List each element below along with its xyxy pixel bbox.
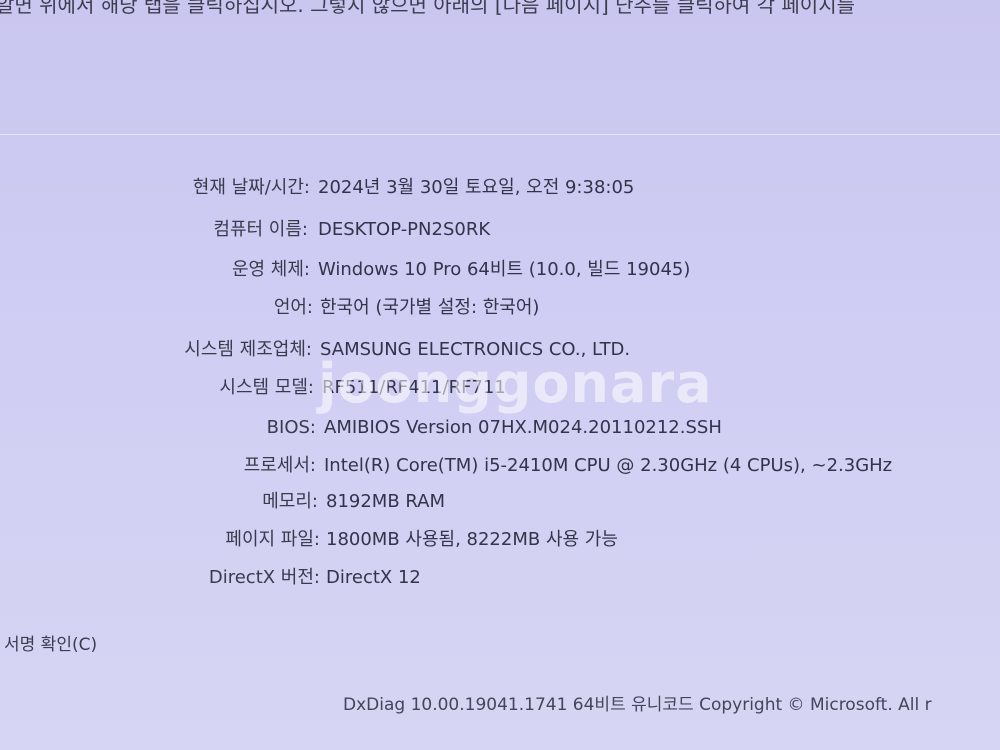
- current-datetime-label: 현재 날짜/시간:: [192, 177, 310, 198]
- operating-system-value: Windows 10 Pro 64비트 (10.0, 빌드 19045): [318, 259, 691, 280]
- separator-line: [0, 134, 1000, 135]
- system-manufacturer-value: SAMSUNG ELECTRONICS CO., LTD.: [320, 339, 631, 360]
- system-manufacturer-label: 시스템 제조업체:: [184, 339, 312, 360]
- processor-value: Intel(R) Core(TM) i5-2410M CPU @ 2.30GHz…: [324, 455, 893, 476]
- processor-label: 프로세서:: [243, 455, 316, 476]
- bios-value: AMIBIOS Version 07HX.M024.20110212.SSH: [324, 417, 722, 438]
- memory-label: 메모리:: [262, 491, 318, 512]
- computer-name-label: 컴퓨터 이름:: [213, 219, 308, 240]
- operating-system-label: 운영 체제:: [231, 259, 310, 280]
- language-label: 언어:: [273, 297, 313, 318]
- directx-version-label: DirectX 버전:: [208, 567, 320, 588]
- dxdiag-version-footer: DxDiag 10.00.19041.1741 64비트 유니코드 Copyri…: [343, 695, 932, 715]
- directx-version-value: DirectX 12: [326, 567, 421, 588]
- instruction-text: 알면 위에서 해당 탭을 클릭하십시오. 그렇지 않으면 아래의 [다음 페이지…: [0, 0, 856, 17]
- current-datetime-value: 2024년 3월 30일 토요일, 오전 9:38:05: [318, 177, 635, 198]
- memory-value: 8192MB RAM: [326, 491, 446, 512]
- system-model-label: 시스템 모델:: [219, 377, 314, 398]
- signature-check-checkbox[interactable]: 서명 확인(C): [4, 630, 97, 655]
- computer-name-value: DESKTOP-PN2S0RK: [318, 219, 491, 240]
- page-file-label: 페이지 파일:: [225, 529, 320, 550]
- system-model-value: RF511/RF411/RF711: [322, 377, 506, 398]
- page-file-value: 1800MB 사용됨, 8222MB 사용 가능: [326, 529, 618, 550]
- bios-label: BIOS:: [266, 417, 316, 438]
- language-value: 한국어 (국가별 설정: 한국어): [320, 297, 540, 318]
